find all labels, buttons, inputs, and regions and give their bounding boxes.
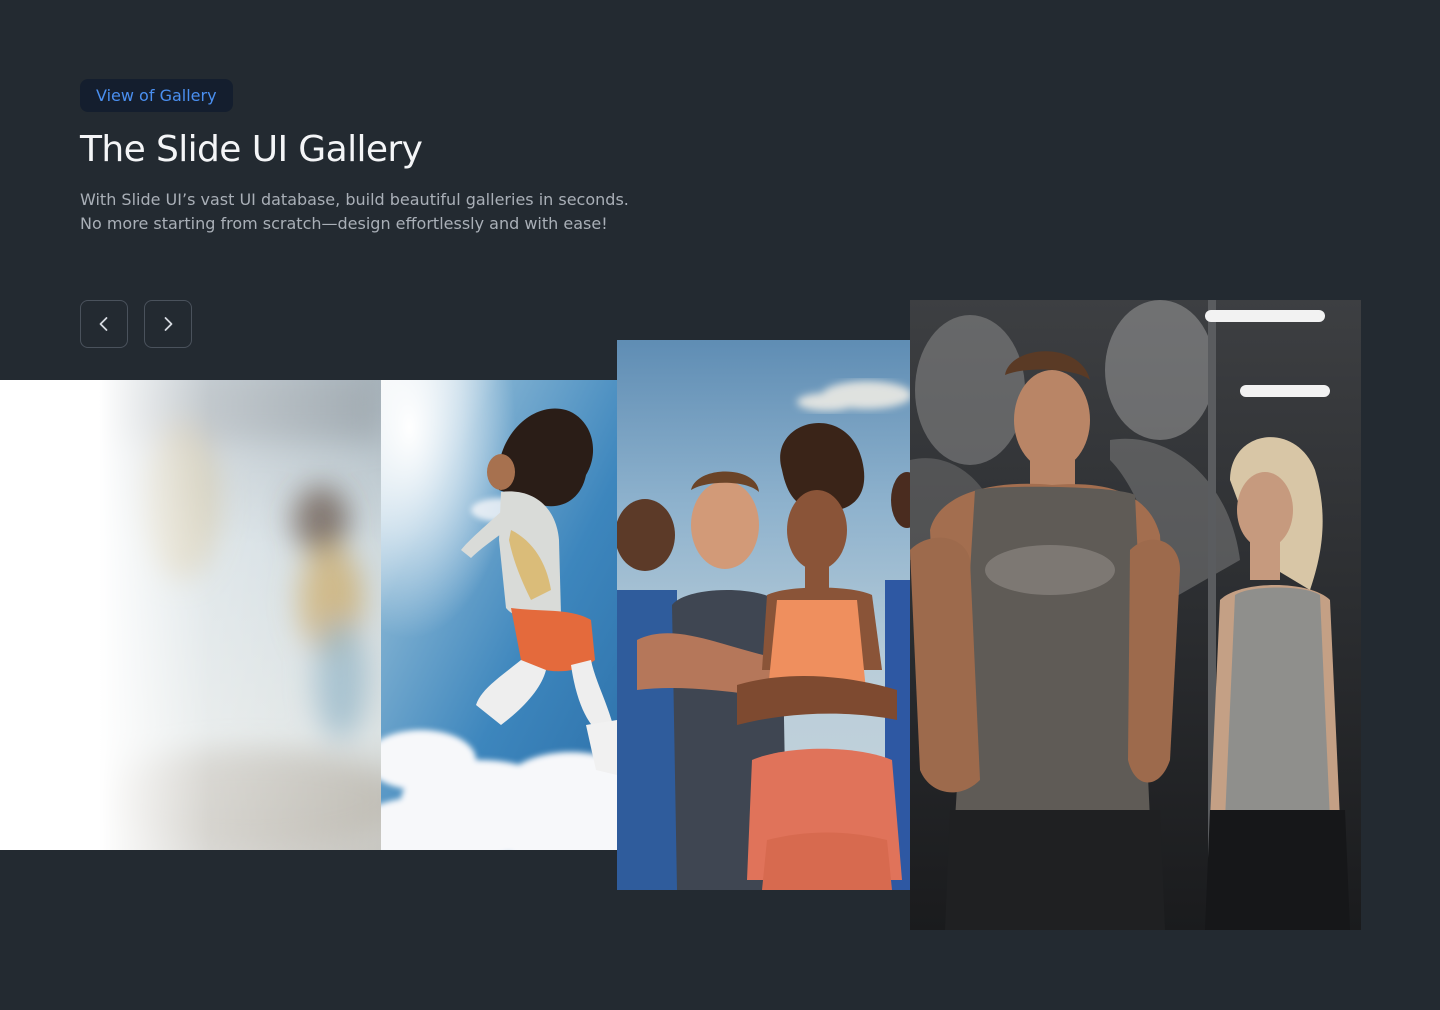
gallery-slide-sky-runner[interactable] [381,380,617,850]
previous-slide-button[interactable] [80,300,128,348]
gallery-badge: View of Gallery [80,79,233,112]
blurred-runner-photo [0,380,381,850]
chevron-left-icon [99,317,108,331]
woman-running-against-sky-photo [381,380,617,850]
page-description: With Slide UI’s vast UI database, build … [80,188,629,236]
description-line-2: No more starting from scratch—design eff… [80,214,608,233]
chevron-right-icon [164,317,173,331]
gallery-slide-gym[interactable] [910,300,1361,930]
gallery-slide-blurred-runner[interactable] [0,380,381,850]
next-slide-button[interactable] [144,300,192,348]
gym-man-and-woman-photo [910,300,1361,930]
page-title: The Slide UI Gallery [80,129,423,170]
group-of-athletes-photo [617,340,910,890]
description-line-1: With Slide UI’s vast UI database, build … [80,190,629,209]
gallery-slide-athletes[interactable] [617,340,910,890]
